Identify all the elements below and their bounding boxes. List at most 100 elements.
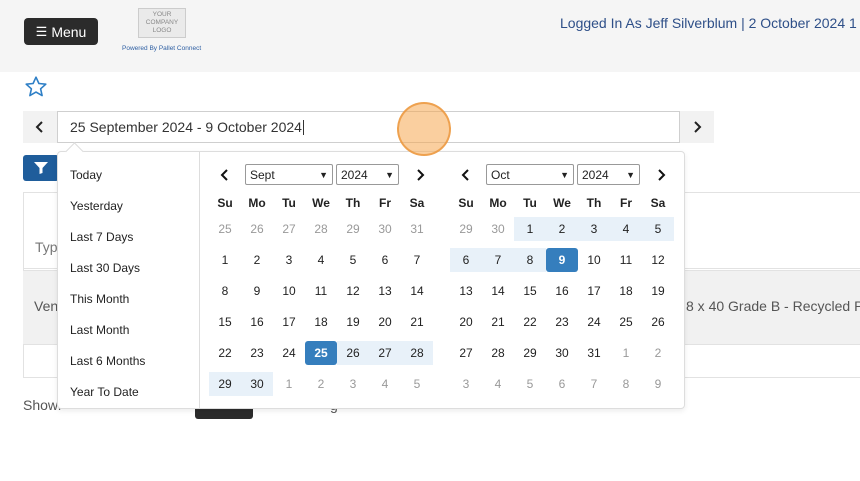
calendar-day[interactable]: 20 [450,310,482,334]
range-option[interactable]: Last 30 Days [70,261,140,275]
calendar-day[interactable]: 2 [241,248,273,272]
range-option[interactable]: Last 6 Months [70,354,145,368]
calendar-day[interactable]: 21 [401,310,433,334]
calendar-day[interactable]: 23 [546,310,578,334]
calendar-day[interactable]: 8 [610,372,642,396]
calendar-day[interactable]: 26 [642,310,674,334]
year-select[interactable]: 2024 ▼ [577,164,640,185]
calendar-day[interactable]: 29 [337,217,369,241]
calendar-day[interactable]: 11 [305,279,337,303]
calendar-day[interactable]: 30 [241,372,273,396]
range-option[interactable]: Today [70,168,102,182]
next-month-button[interactable] [653,166,669,184]
calendar-day[interactable]: 13 [450,279,482,303]
calendar-day[interactable]: 26 [241,217,273,241]
range-option[interactable]: This Month [70,292,129,306]
calendar-day[interactable]: 30 [546,341,578,365]
calendar-day[interactable]: 26 [337,341,369,365]
range-option[interactable]: Yesterday [70,199,123,213]
calendar-day[interactable]: 9 [546,248,578,272]
calendar-day[interactable]: 24 [273,341,305,365]
range-option[interactable]: Last Month [70,323,129,337]
year-select[interactable]: 2024 ▼ [336,164,399,185]
calendar-day[interactable]: 1 [610,341,642,365]
calendar-day[interactable]: 1 [514,217,546,241]
calendar-day[interactable]: 30 [482,217,514,241]
calendar-day[interactable]: 27 [369,341,401,365]
calendar-day[interactable]: 14 [482,279,514,303]
menu-button[interactable]: ☰ Menu [24,18,98,45]
calendar-day[interactable]: 25 [209,217,241,241]
calendar-day[interactable]: 27 [273,217,305,241]
calendar-day[interactable]: 28 [305,217,337,241]
range-option[interactable]: Year To Date [70,385,139,399]
prev-month-button[interactable] [217,166,233,184]
calendar-day[interactable]: 28 [401,341,433,365]
calendar-day[interactable]: 7 [401,248,433,272]
next-month-button[interactable] [412,166,428,184]
calendar-day[interactable]: 22 [209,341,241,365]
calendar-day[interactable]: 25 [610,310,642,334]
calendar-day[interactable]: 16 [241,310,273,334]
calendar-day[interactable]: 5 [642,217,674,241]
calendar-day[interactable]: 3 [337,372,369,396]
calendar-day[interactable]: 8 [514,248,546,272]
calendar-day[interactable]: 2 [642,341,674,365]
calendar-day[interactable]: 7 [578,372,610,396]
calendar-day[interactable]: 20 [369,310,401,334]
month-select[interactable]: Sept ▼ [245,164,333,185]
calendar-day[interactable]: 6 [546,372,578,396]
calendar-day[interactable]: 19 [337,310,369,334]
calendar-day[interactable]: 29 [514,341,546,365]
calendar-day[interactable]: 15 [209,310,241,334]
calendar-day[interactable]: 14 [401,279,433,303]
calendar-day[interactable]: 4 [305,248,337,272]
calendar-day[interactable]: 5 [337,248,369,272]
calendar-day[interactable]: 25 [305,341,337,365]
calendar-day[interactable]: 31 [578,341,610,365]
calendar-day[interactable]: 16 [546,279,578,303]
calendar-day[interactable]: 8 [209,279,241,303]
next-range-button[interactable] [680,111,714,143]
calendar-day[interactable]: 24 [578,310,610,334]
calendar-day[interactable]: 7 [482,248,514,272]
calendar-day[interactable]: 27 [450,341,482,365]
calendar-day[interactable]: 4 [482,372,514,396]
calendar-day[interactable]: 6 [369,248,401,272]
calendar-day[interactable]: 12 [642,248,674,272]
calendar-day[interactable]: 10 [578,248,610,272]
calendar-day[interactable]: 5 [401,372,433,396]
calendar-day[interactable]: 17 [273,310,305,334]
calendar-day[interactable]: 10 [273,279,305,303]
calendar-day[interactable]: 3 [450,372,482,396]
calendar-day[interactable]: 2 [305,372,337,396]
calendar-day[interactable]: 17 [578,279,610,303]
month-select[interactable]: Oct ▼ [486,164,574,185]
calendar-day[interactable]: 3 [273,248,305,272]
previous-range-button[interactable] [23,111,57,143]
calendar-day[interactable]: 6 [450,248,482,272]
calendar-day[interactable]: 30 [369,217,401,241]
calendar-day[interactable]: 13 [369,279,401,303]
calendar-day[interactable]: 15 [514,279,546,303]
calendar-day[interactable]: 3 [578,217,610,241]
calendar-day[interactable]: 2 [546,217,578,241]
favorite-star-icon[interactable] [24,75,48,99]
calendar-day[interactable]: 4 [369,372,401,396]
calendar-day[interactable]: 9 [642,372,674,396]
calendar-day[interactable]: 22 [514,310,546,334]
calendar-day[interactable]: 12 [337,279,369,303]
range-option[interactable]: Last 7 Days [70,230,133,244]
calendar-day[interactable]: 18 [305,310,337,334]
calendar-day[interactable]: 5 [514,372,546,396]
calendar-day[interactable]: 9 [241,279,273,303]
filter-button[interactable] [23,155,59,181]
calendar-day[interactable]: 29 [209,372,241,396]
calendar-day[interactable]: 21 [482,310,514,334]
calendar-day[interactable]: 28 [482,341,514,365]
calendar-day[interactable]: 19 [642,279,674,303]
date-range-input[interactable]: 25 September 2024 - 9 October 2024 [57,111,680,143]
calendar-day[interactable]: 4 [610,217,642,241]
calendar-day[interactable]: 23 [241,341,273,365]
calendar-day[interactable]: 18 [610,279,642,303]
